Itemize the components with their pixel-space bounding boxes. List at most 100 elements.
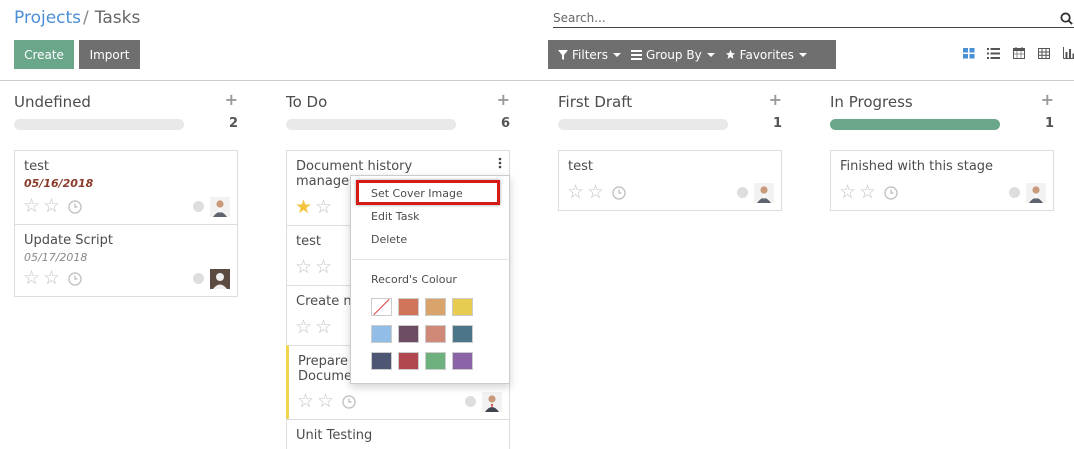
clock-icon[interactable] [884, 185, 898, 200]
breadcrumb-projects-link[interactable]: Projects [14, 8, 81, 28]
view-switcher [960, 46, 1074, 60]
card-footer: ★ ☆ [295, 198, 335, 217]
column-progress-bar [558, 119, 728, 130]
column-title: Undefined [14, 93, 91, 111]
clock-icon[interactable] [612, 185, 626, 200]
priority-star-icon[interactable]: ☆ [43, 197, 60, 216]
priority-star-icon[interactable]: ☆ [23, 197, 40, 216]
card-footer: ☆ ☆ [839, 183, 898, 202]
card-title-line: manager [296, 174, 355, 189]
kanban-card[interactable]: test ☆ ☆ [558, 150, 782, 211]
kanban-state-dot[interactable] [1009, 187, 1020, 198]
color-swatch[interactable] [452, 298, 473, 316]
priority-star-icon[interactable]: ★ [295, 198, 312, 217]
calendar-view-icon[interactable] [1010, 46, 1027, 60]
add-task-icon[interactable]: + [769, 90, 782, 109]
color-swatch[interactable] [371, 325, 392, 343]
control-panel: Projects/Tasks Create Import Filters Gro… [0, 0, 1074, 81]
card-footer: ☆ ☆ [295, 258, 335, 277]
color-swatch[interactable] [371, 352, 392, 370]
priority-star-icon[interactable]: ☆ [839, 183, 856, 202]
priority-star-icon[interactable]: ☆ [315, 258, 332, 277]
favorites-label: Favorites [739, 47, 794, 62]
clock-icon[interactable] [342, 394, 356, 409]
kanban-view-icon[interactable] [960, 46, 977, 60]
priority-star-icon[interactable]: ☆ [295, 258, 312, 277]
column-title: To Do [286, 93, 328, 111]
clock-icon[interactable] [68, 271, 82, 286]
card-footer: ☆ ☆ [23, 269, 82, 288]
color-swatch[interactable] [398, 298, 419, 316]
clock-icon[interactable] [68, 199, 82, 214]
kanban-card[interactable]: Update Script 05/17/2018 ☆ ☆ [14, 224, 238, 297]
graph-view-icon[interactable] [1060, 46, 1074, 60]
priority-star-icon[interactable]: ☆ [23, 269, 40, 288]
star-icon [725, 49, 735, 59]
user-avatar [754, 183, 774, 203]
column-title: In Progress [830, 93, 913, 111]
user-avatar [482, 392, 502, 412]
kanban-state-dot[interactable] [193, 273, 204, 284]
priority-star-icon[interactable]: ☆ [295, 318, 312, 337]
set-cover-image-item[interactable]: Set Cover Image [371, 187, 463, 200]
import-button[interactable]: Import [79, 40, 140, 69]
kanban-card[interactable]: test 05/16/2018 ☆ ☆ [14, 150, 238, 225]
kanban-state-dot[interactable] [465, 396, 476, 407]
filter-icon [558, 49, 568, 60]
column-count: 1 [1044, 116, 1054, 131]
column-title: First Draft [558, 93, 633, 111]
bars-icon [630, 49, 642, 60]
card-menu-icon[interactable] [498, 157, 502, 169]
priority-star-icon[interactable]: ☆ [587, 183, 604, 202]
card-footer: ☆ ☆ [567, 183, 626, 202]
card-title: Unit Testing [296, 428, 373, 443]
group-by-dropdown[interactable]: Group By [621, 48, 715, 62]
kanban-card[interactable]: Finished with this stage ☆ ☆ [830, 150, 1054, 211]
color-swatch[interactable] [398, 352, 419, 370]
add-task-icon[interactable]: + [1041, 90, 1054, 109]
delete-item[interactable]: Delete [371, 233, 407, 246]
search-options-bar: Filters Group By Favorites [548, 40, 836, 69]
list-view-icon[interactable] [985, 46, 1002, 60]
card-title: test [24, 159, 49, 174]
priority-star-icon[interactable]: ☆ [43, 269, 60, 288]
color-swatch[interactable] [371, 298, 392, 316]
color-swatch[interactable] [425, 352, 446, 370]
add-task-icon[interactable]: + [225, 90, 238, 109]
records-colour-label: Record's Colour [371, 273, 457, 286]
priority-star-icon[interactable]: ☆ [315, 198, 332, 217]
search-input[interactable] [553, 10, 1043, 26]
pivot-view-icon[interactable] [1035, 46, 1052, 60]
user-avatar [210, 197, 230, 217]
card-title-line: Document history [296, 159, 413, 174]
color-swatch[interactable] [398, 325, 419, 343]
search-icon[interactable] [1060, 12, 1073, 25]
card-deadline: 05/16/2018 [24, 177, 94, 190]
card-title: Update Script [24, 233, 113, 248]
create-button[interactable]: Create [14, 40, 74, 69]
color-swatch[interactable] [425, 325, 446, 343]
priority-star-icon[interactable]: ☆ [859, 183, 876, 202]
edit-task-item[interactable]: Edit Task [371, 210, 420, 223]
column-progress-bar [830, 119, 1000, 130]
priority-star-icon[interactable]: ☆ [315, 318, 332, 337]
breadcrumb: Projects / Tasks [14, 8, 140, 28]
color-swatch[interactable] [452, 352, 473, 370]
priority-star-icon[interactable]: ☆ [297, 392, 314, 411]
menu-divider [352, 259, 508, 260]
kanban-card[interactable]: Unit Testing [286, 419, 510, 449]
color-swatch[interactable] [452, 325, 473, 343]
color-swatch[interactable] [425, 298, 446, 316]
filters-dropdown[interactable]: Filters [548, 48, 621, 62]
column-progress-bar [14, 119, 184, 130]
kanban-state-dot[interactable] [737, 187, 748, 198]
favorites-caret-icon [798, 52, 807, 57]
favorites-dropdown[interactable]: Favorites [715, 48, 807, 62]
card-footer: ☆ ☆ [297, 392, 356, 411]
priority-star-icon[interactable]: ☆ [317, 392, 334, 411]
priority-star-icon[interactable]: ☆ [567, 183, 584, 202]
kanban-state-dot[interactable] [193, 201, 204, 212]
card-footer: ☆ ☆ [23, 197, 82, 216]
add-task-icon[interactable]: + [497, 90, 510, 109]
color-swatches [371, 298, 473, 370]
